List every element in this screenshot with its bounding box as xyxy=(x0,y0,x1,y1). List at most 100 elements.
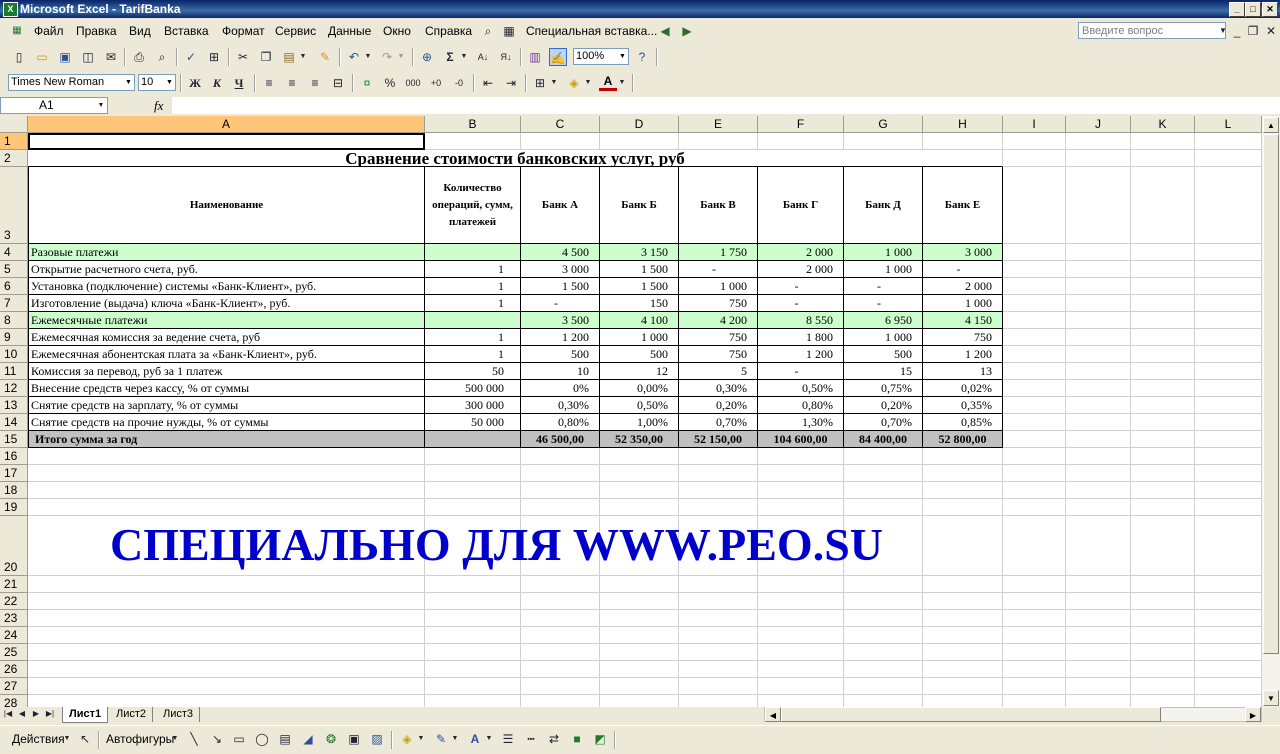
grid-cell[interactable] xyxy=(844,133,923,150)
grid-cell[interactable] xyxy=(1131,363,1195,380)
grid-cell[interactable] xyxy=(758,695,844,707)
grid-cell[interactable] xyxy=(1003,278,1066,295)
grid-cell[interactable] xyxy=(679,448,758,465)
grid-cell[interactable] xyxy=(1195,380,1262,397)
grid-cell[interactable] xyxy=(1066,644,1131,661)
grid-cell[interactable] xyxy=(1195,448,1262,465)
autoshapes-dropdown-icon[interactable]: ▼ xyxy=(170,730,180,748)
grid-cell[interactable] xyxy=(1131,499,1195,516)
new-icon[interactable]: ▯ xyxy=(10,48,28,66)
grid-cell[interactable] xyxy=(758,593,844,610)
grid-cell[interactable] xyxy=(1195,465,1262,482)
column-header[interactable]: I xyxy=(1003,116,1066,133)
grid-cell[interactable] xyxy=(1131,414,1195,431)
column-header[interactable]: B xyxy=(425,116,521,133)
grid-cell[interactable] xyxy=(1195,431,1262,448)
tab-sheet3[interactable]: Лист3 xyxy=(157,707,201,722)
active-cell-a1[interactable] xyxy=(28,133,425,150)
menu-file[interactable]: Файл xyxy=(34,24,64,38)
borders-dropdown-icon[interactable]: ▼ xyxy=(549,74,559,92)
autosum-icon[interactable]: Σ xyxy=(441,48,459,66)
function-icon[interactable]: fx xyxy=(154,98,163,114)
row-header[interactable]: 4 xyxy=(0,244,28,261)
print-preview-icon[interactable]: ⌕ xyxy=(153,48,171,66)
grid-cell[interactable] xyxy=(844,678,923,695)
grid-cell[interactable] xyxy=(28,644,425,661)
grid-cell[interactable] xyxy=(1066,516,1131,576)
menu-window[interactable]: Окно xyxy=(383,24,411,38)
grid-cell[interactable] xyxy=(1195,346,1262,363)
grid-cell[interactable] xyxy=(425,448,521,465)
worksheet-grid[interactable]: A B C D E F G H I J K L 1 2 3 4 5 6 7 8 9 10 11 12 13 14 15 16 17 18 1… xyxy=(0,116,1280,707)
grid-cell[interactable] xyxy=(1003,363,1066,380)
help-icon[interactable]: ? xyxy=(633,48,651,66)
grid-cell[interactable] xyxy=(679,593,758,610)
grid-cell[interactable] xyxy=(1066,380,1131,397)
grid-cell[interactable] xyxy=(1195,150,1262,167)
grid-cell[interactable] xyxy=(600,465,679,482)
grid-cell[interactable] xyxy=(425,678,521,695)
row-header[interactable]: 19 xyxy=(0,499,28,516)
grid-cell[interactable] xyxy=(521,482,600,499)
merge-center-icon[interactable]: ⊟ xyxy=(329,74,347,92)
grid-cell[interactable] xyxy=(1066,261,1131,278)
grid-cell[interactable] xyxy=(521,610,600,627)
close-button[interactable]: ✕ xyxy=(1262,2,1278,17)
fill-dropdown-icon[interactable]: ▼ xyxy=(583,74,593,92)
grid-cell[interactable] xyxy=(679,661,758,678)
grid-cell[interactable] xyxy=(758,576,844,593)
doc-close-button[interactable]: ✕ xyxy=(1262,22,1280,40)
grid-cell[interactable] xyxy=(1066,150,1131,167)
row-header[interactable]: 12 xyxy=(0,380,28,397)
grid-cell[interactable] xyxy=(1066,295,1131,312)
excel-app-icon[interactable]: X xyxy=(3,2,18,17)
grid-cell[interactable] xyxy=(600,593,679,610)
row-header[interactable]: 22 xyxy=(0,593,28,610)
grid-cell[interactable] xyxy=(1195,610,1262,627)
grid-cell[interactable] xyxy=(1131,295,1195,312)
grid-cell[interactable] xyxy=(425,576,521,593)
grid-cell[interactable] xyxy=(1066,695,1131,707)
grid-cell[interactable] xyxy=(1195,244,1262,261)
wordart-icon[interactable]: ◢ xyxy=(299,730,317,748)
grid-cell[interactable] xyxy=(425,661,521,678)
doc-restore-button[interactable]: ❐ xyxy=(1244,22,1262,40)
grid-cell[interactable] xyxy=(28,610,425,627)
grid-cell[interactable] xyxy=(1003,346,1066,363)
grid-cell[interactable] xyxy=(521,499,600,516)
grid-cell[interactable] xyxy=(758,448,844,465)
grid-cell[interactable] xyxy=(679,576,758,593)
row-header[interactable]: 7 xyxy=(0,295,28,312)
vertical-scrollbar[interactable]: ▲ ▼ xyxy=(1262,116,1280,707)
grid-cell[interactable] xyxy=(1003,448,1066,465)
grid-cell[interactable] xyxy=(1066,576,1131,593)
grid-cell[interactable] xyxy=(425,482,521,499)
grid-cell[interactable] xyxy=(28,448,425,465)
grid-cell[interactable] xyxy=(1066,133,1131,150)
diagram-icon[interactable]: ❂ xyxy=(322,730,340,748)
grid-cell[interactable] xyxy=(425,610,521,627)
grid-cell[interactable] xyxy=(1131,465,1195,482)
currency-icon[interactable]: ¤ xyxy=(358,74,376,92)
picture-icon[interactable]: ▨ xyxy=(368,730,386,748)
grid-cell[interactable] xyxy=(28,482,425,499)
grid-cell[interactable] xyxy=(844,644,923,661)
rectangle-icon[interactable]: ▭ xyxy=(230,730,248,748)
grid-cell[interactable] xyxy=(1003,261,1066,278)
grid-cell[interactable] xyxy=(1131,397,1195,414)
grid-cell[interactable] xyxy=(758,610,844,627)
grid-cell[interactable] xyxy=(844,627,923,644)
grid-cell[interactable] xyxy=(425,133,521,150)
grid-cell[interactable] xyxy=(600,610,679,627)
grid-cell[interactable] xyxy=(1131,380,1195,397)
paste-special-button[interactable]: Специальная вставка... xyxy=(526,24,657,38)
grid-cell[interactable] xyxy=(1003,414,1066,431)
thousands-button[interactable]: 000 xyxy=(404,74,422,92)
grid-cell[interactable] xyxy=(1003,576,1066,593)
line-icon[interactable]: ╲ xyxy=(185,730,203,748)
open-icon[interactable]: ▭ xyxy=(33,48,51,66)
grid-cell[interactable] xyxy=(1195,329,1262,346)
row-header[interactable]: 5 xyxy=(0,261,28,278)
grid-cell[interactable] xyxy=(1003,133,1066,150)
grid-cell[interactable] xyxy=(1131,150,1195,167)
